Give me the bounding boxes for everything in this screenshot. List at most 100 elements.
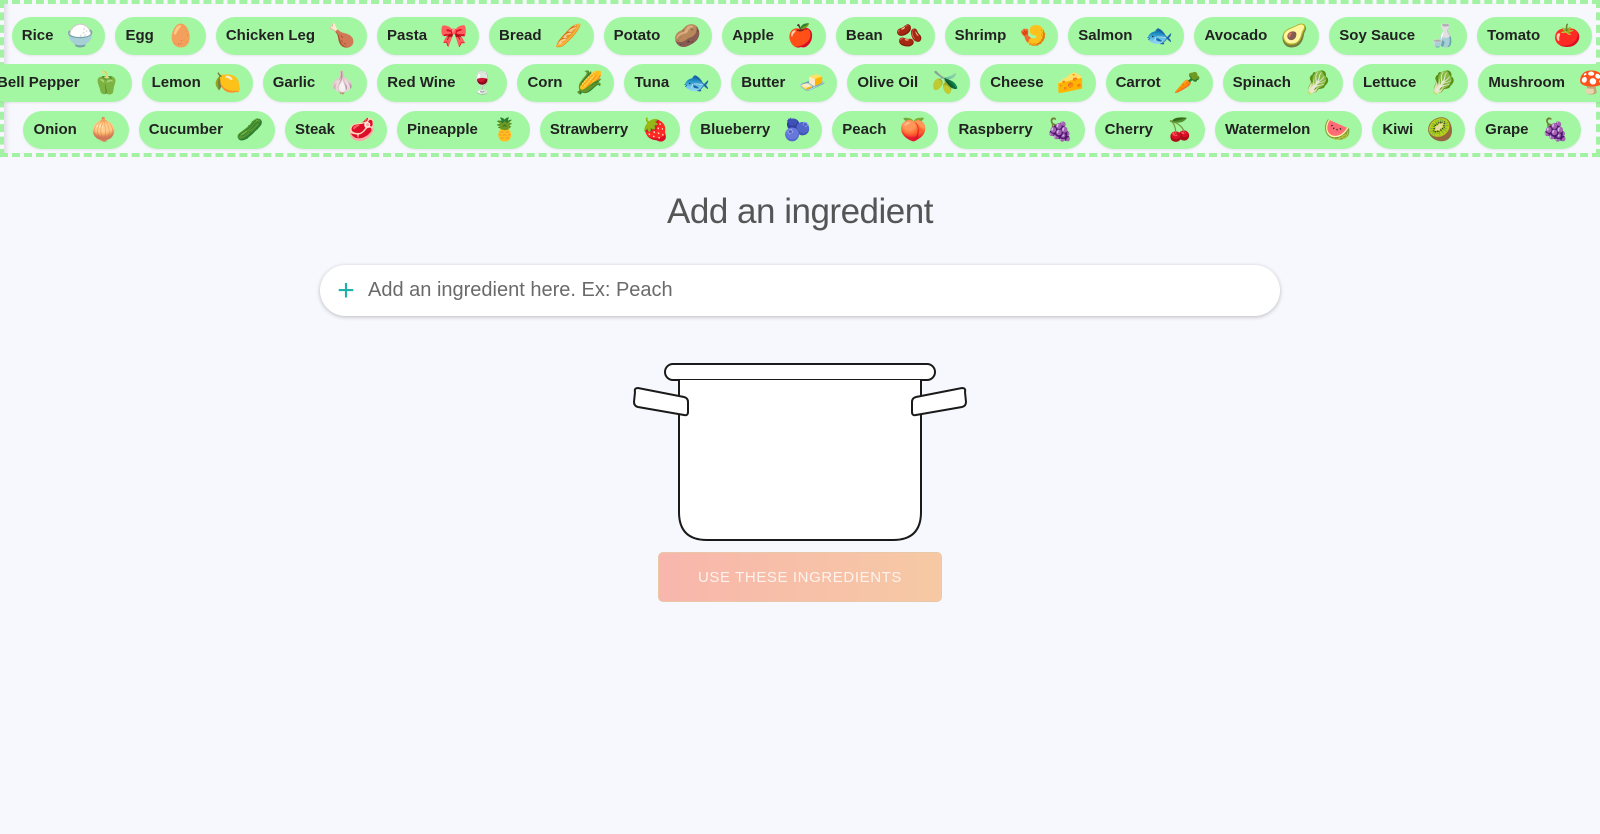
ingredient-chip-cucumber[interactable]: Cucumber 🥒 [138,110,275,149]
ingredient-input[interactable] [368,270,1248,311]
ingredient-chip-soy-sauce[interactable]: Soy Sauce 🍶 [1329,16,1468,55]
fish-icon: 🐟 [682,69,710,95]
ingredient-chip-label: Egg [125,27,154,44]
tomato-icon: 🍅 [1553,22,1581,48]
ingredient-chip-label: Spinach [1232,74,1291,91]
ingredient-chip-cherry[interactable]: Cherry 🍒 [1094,110,1206,149]
ingredient-chip-label: Lettuce [1362,74,1417,91]
ingredient-chip-label: Olive Oil [857,74,919,91]
ingredient-chip-label: Bean [845,27,883,44]
olive-oil-icon: 🫒 [931,69,959,95]
raspberry-icon: 🍇 [1045,116,1074,142]
egg-icon: 🥚 [167,22,195,48]
shrimp-icon: 🍤 [1019,22,1047,48]
apple-icon: 🍎 [787,22,815,48]
salmon-icon: 🐟 [1145,22,1174,48]
ingredient-chip-label: Blueberry [700,121,771,138]
ingredient-chip-peach[interactable]: Peach 🍑 [832,110,939,149]
chip-row-1: Rice 🍚 Egg 🥚 Chicken Leg 🍗 Pasta 🎀 Bread 🥖 Potato 🥔… [11,12,1593,59]
ingredient-chip-avocado[interactable]: Avocado 🥑 [1194,16,1320,55]
ingredient-chip-label: Butter [741,74,786,91]
ingredient-chip-label: Tuna [634,74,670,91]
ingredient-chip-bell-pepper[interactable]: Bell Pepper 🫑 [0,63,132,102]
onion-icon: 🧅 [90,116,118,142]
ingredient-chip-onion[interactable]: Onion 🧅 [23,110,129,149]
ingredient-chip-pasta[interactable]: Pasta 🎀 [377,16,480,55]
bell-pepper-icon: 🫑 [92,69,121,95]
kiwi-icon: 🥝 [1426,116,1454,142]
ingredient-chip-label: Steak [294,121,335,138]
ingredient-chip-lemon[interactable]: Lemon 🍋 [141,63,253,102]
ingredient-chip-label: Peach [842,121,887,138]
ingredient-chip-carrot[interactable]: Carrot 🥕 [1105,63,1213,102]
carrot-icon: 🥕 [1173,69,1202,95]
ingredient-chip-chicken-leg[interactable]: Chicken Leg 🍗 [215,16,368,55]
ingredient-chip-label: Carrot [1115,74,1161,91]
ingredient-chip-label: Soy Sauce [1339,27,1416,44]
ingredient-chip-label: Red Wine [387,74,456,91]
ingredient-chip-label: Avocado [1204,27,1268,44]
watermelon-icon: 🍉 [1323,116,1352,142]
ingredient-chip-label: Lemon [151,74,201,91]
ingredient-chip-strawberry[interactable]: Strawberry 🍓 [539,110,681,149]
ingredient-chip-label: Strawberry [549,121,629,138]
ingredient-chip-label: Tomato [1487,27,1541,44]
ingredient-chip-label: Mushroom [1488,74,1565,91]
ingredient-chip-label: Cherry [1104,121,1154,138]
ingredient-chip-apple[interactable]: Apple 🍎 [722,16,826,55]
potato-icon: 🥔 [673,22,701,48]
ingredient-chip-potato[interactable]: Potato 🥔 [603,16,713,55]
steak-icon: 🥩 [348,116,376,142]
ingredient-chip-label: Grape [1485,121,1529,138]
ingredient-chip-label: Bell Pepper [0,74,80,91]
ingredient-chip-bread[interactable]: Bread 🥖 [489,16,594,55]
ingredient-chip-pineapple[interactable]: Pineapple 🍍 [397,110,530,149]
ingredient-chip-egg[interactable]: Egg 🥚 [115,16,206,55]
ingredient-search-box[interactable]: + [320,265,1280,316]
ingredient-chip-garlic[interactable]: Garlic 🧄 [262,63,368,102]
ingredient-chip-cheese[interactable]: Cheese 🧀 [980,63,1096,102]
ingredient-chip-lettuce[interactable]: Lettuce 🥬 [1352,63,1469,102]
ingredient-chip-steak[interactable]: Steak 🥩 [284,110,387,149]
ingredient-chip-label: Bread [499,27,542,44]
corn-icon: 🌽 [575,69,604,95]
bean-icon: 🫘 [895,22,924,48]
ingredient-chip-rice[interactable]: Rice 🍚 [11,16,106,55]
ingredient-chip-tuna[interactable]: Tuna 🐟 [624,63,722,102]
ingredient-chip-label: Potato [613,27,661,44]
ingredient-chip-spinach[interactable]: Spinach 🥬 [1222,63,1343,102]
ingredient-chip-blueberry[interactable]: Blueberry 🫐 [690,110,823,149]
ingredient-chip-shrimp[interactable]: Shrimp 🍤 [944,16,1059,55]
cheese-icon: 🧀 [1056,69,1085,95]
strawberry-icon: 🍓 [641,116,669,142]
ingredient-chip-label: Onion [33,121,77,138]
ingredient-chip-label: Pineapple [407,121,478,138]
use-ingredients-button[interactable]: USE THESE INGREDIENTS [658,552,942,602]
wine-bottle-icon: 🍷 [468,69,497,95]
ingredient-chip-kiwi[interactable]: Kiwi 🥝 [1372,110,1466,149]
ingredient-chip-corn[interactable]: Corn 🌽 [517,63,615,102]
ingredient-chip-label: Shrimp [954,27,1007,44]
pot-rim [664,363,936,381]
ingredient-chip-bean[interactable]: Bean 🫘 [835,16,935,55]
cherry-icon: 🍒 [1166,116,1194,142]
ingredient-chip-olive-oil[interactable]: Olive Oil 🫒 [847,63,971,102]
chip-row-2: Bell Pepper 🫑 Lemon 🍋 Garlic 🧄 Red Wine 🍷 Corn 🌽 T… [0,59,1600,106]
ingredient-chip-raspberry[interactable]: Raspberry 🍇 [948,110,1085,149]
ingredient-chip-mushroom[interactable]: Mushroom 🍄 [1478,63,1600,102]
peach-icon: 🍑 [899,116,928,142]
ingredient-chip-red-wine[interactable]: Red Wine 🍷 [377,63,508,102]
ingredient-chip-tomato[interactable]: Tomato 🍅 [1477,16,1593,55]
chicken-leg-icon: 🍗 [328,22,356,48]
soy-sauce-icon: 🍶 [1428,22,1456,48]
ingredient-chip-salmon[interactable]: Salmon 🐟 [1068,16,1185,55]
ingredient-chip-watermelon[interactable]: Watermelon 🍉 [1215,110,1363,149]
butter-icon: 🧈 [798,69,827,95]
ingredient-chip-label: Garlic [272,74,316,91]
ingredient-chip-label: Kiwi [1382,121,1414,138]
pasta-icon: 🎀 [440,22,468,48]
plus-icon[interactable]: + [332,275,360,305]
chip-row-3: Onion 🧅 Cucumber 🥒 Steak 🥩 Pineapple 🍍 Strawberr… [14,106,1590,153]
ingredient-chip-grape[interactable]: Grape 🍇 [1475,110,1581,149]
ingredient-chip-butter[interactable]: Butter 🧈 [731,63,838,102]
